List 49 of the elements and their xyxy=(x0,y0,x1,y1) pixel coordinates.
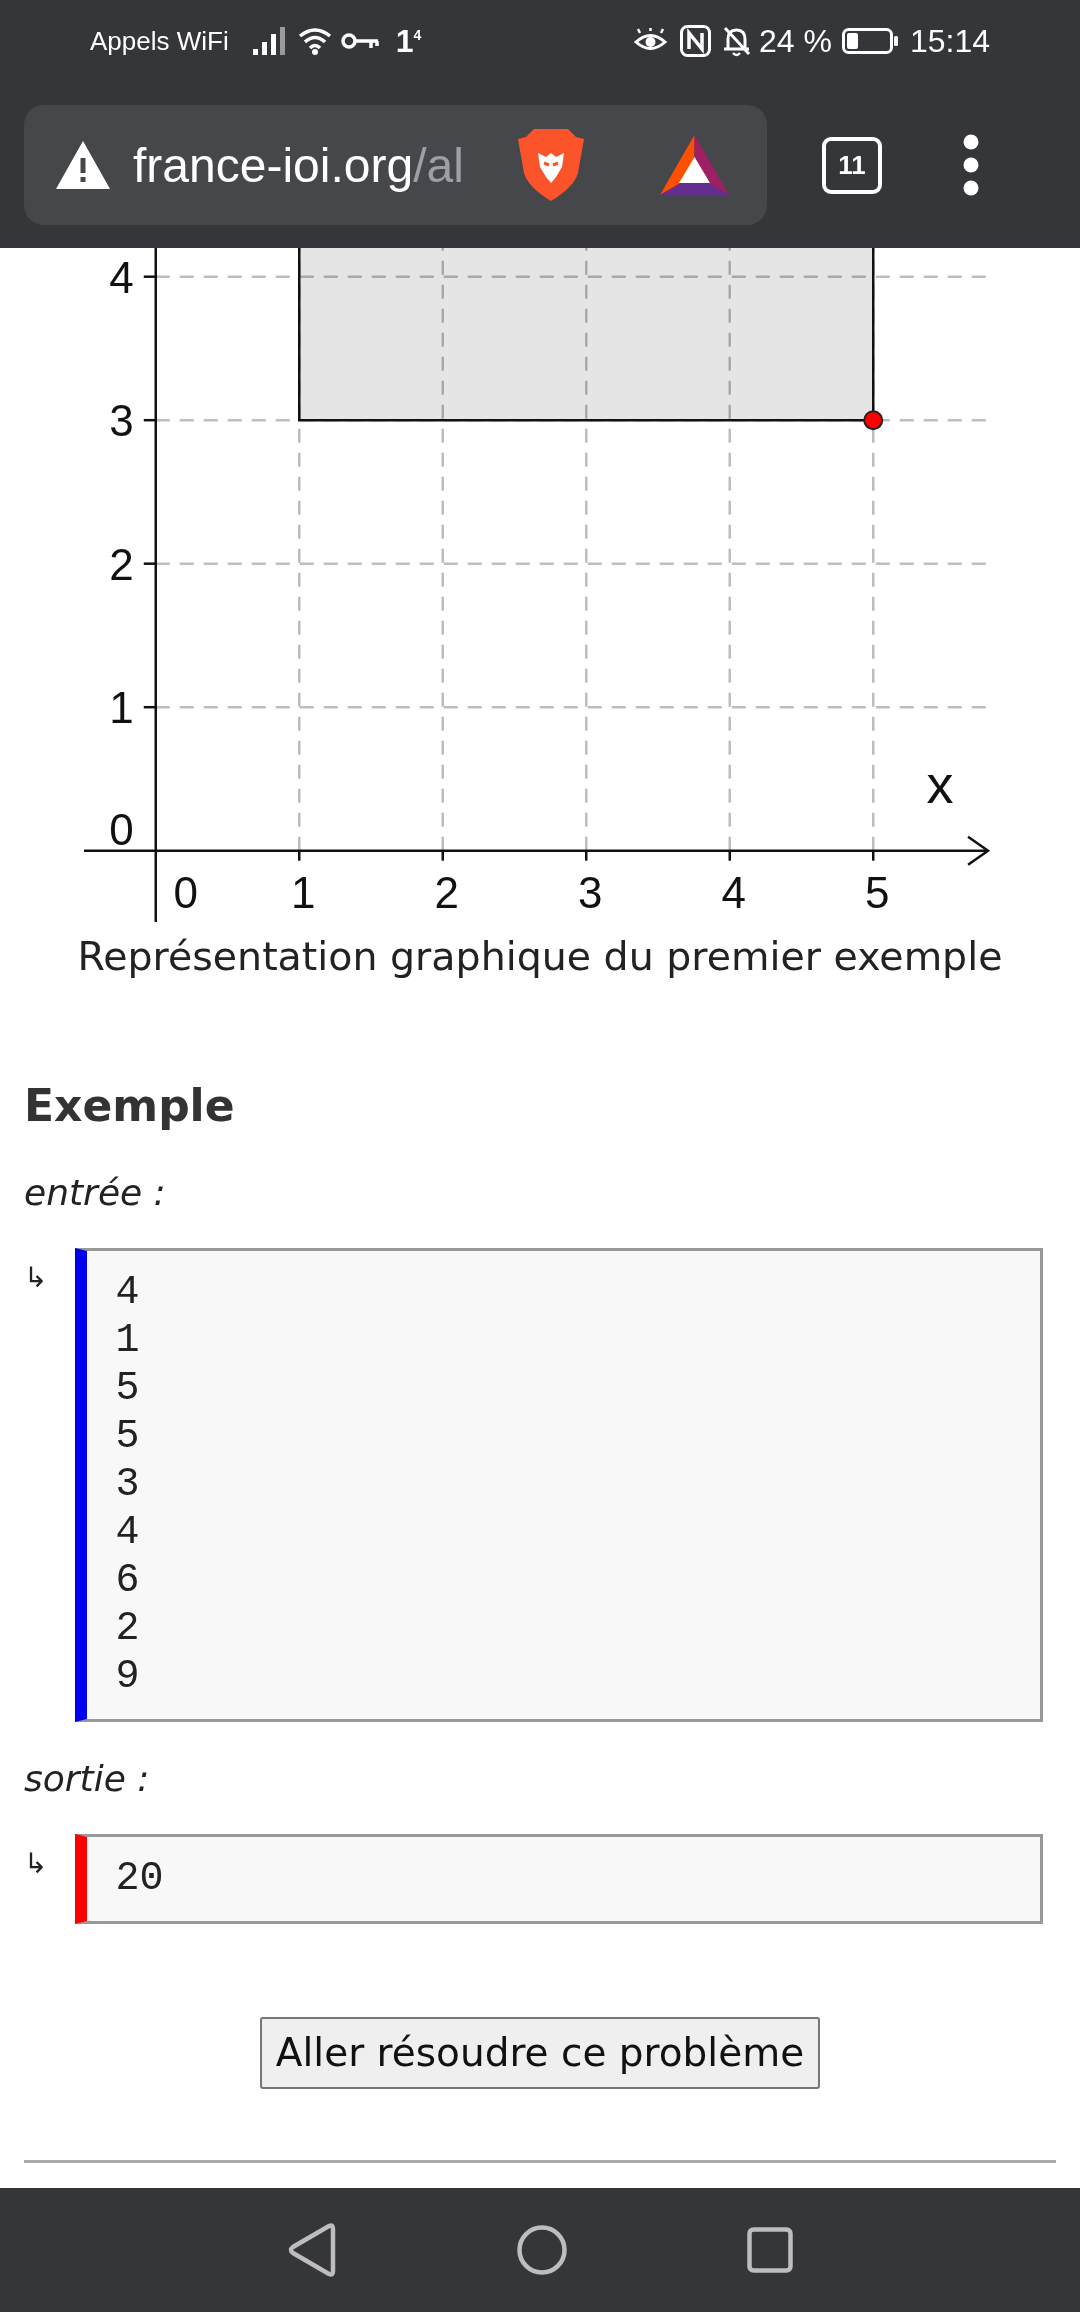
sample-line: 3 xyxy=(115,1461,140,1510)
signal-icon xyxy=(252,27,286,55)
tick-label: 2 xyxy=(109,539,134,589)
sample-line: 6 xyxy=(115,1557,140,1606)
network-indicator: 1$^{4}$ xyxy=(395,22,422,60)
bell-off-icon xyxy=(722,25,751,57)
sample-line: 5 xyxy=(115,1365,140,1414)
tick-label: 4 xyxy=(721,867,746,917)
tab-switcher-button[interactable]: 11 xyxy=(822,136,882,194)
figure-caption: Représentation graphique du premier exemple xyxy=(77,932,1003,982)
arrow-marker: ↳ xyxy=(24,1260,48,1297)
tick-label: 3 xyxy=(109,396,134,446)
carrier-name: Appels WiFi xyxy=(90,25,229,57)
sample-line: 9 xyxy=(115,1653,140,1702)
tick-label: 5 xyxy=(865,867,890,917)
clock-time: 15:14 xyxy=(909,22,990,60)
tick-label: 2 xyxy=(434,867,459,917)
nfc-icon xyxy=(680,25,711,57)
key-icon xyxy=(340,32,379,50)
wifi-icon xyxy=(297,27,332,55)
triangle-icon[interactable] xyxy=(660,135,729,195)
battery-icon xyxy=(841,28,899,54)
tick-label: 3 xyxy=(578,867,603,917)
warning-icon xyxy=(56,141,110,189)
solve-button[interactable]: Aller résoudre ce problème xyxy=(259,2017,821,2090)
sample-label: sortie : xyxy=(24,1757,150,1802)
arrow-marker: ↳ xyxy=(24,1846,48,1883)
sample-line: 5 xyxy=(115,1413,140,1462)
axis-label: x xyxy=(926,753,954,814)
tick-label: 0 xyxy=(173,867,198,917)
section-heading: Exemple xyxy=(24,1079,235,1134)
tick-label: 4 xyxy=(109,252,134,302)
back-icon[interactable] xyxy=(287,2222,337,2278)
sample-line: 1 xyxy=(115,1317,140,1366)
sample-label: entrée : xyxy=(24,1171,166,1216)
shield-icon[interactable] xyxy=(518,127,584,203)
recents-icon[interactable] xyxy=(747,2227,793,2273)
tick-label: 1 xyxy=(291,867,316,917)
tick-label: 0 xyxy=(109,804,134,854)
sample-line: 4 xyxy=(115,1269,140,1318)
sample-line: 4 xyxy=(115,1509,140,1558)
url-text[interactable]: france-ioi.org/al xyxy=(133,138,464,192)
sample-line: 2 xyxy=(115,1605,140,1654)
home-icon[interactable] xyxy=(517,2225,567,2275)
tick-label: 1 xyxy=(109,683,134,733)
battery-percent: 24 % xyxy=(759,22,832,60)
sample-line: 20 xyxy=(115,1855,164,1904)
address-bar[interactable]: france-ioi.org/al xyxy=(24,105,767,225)
menu-icon[interactable] xyxy=(963,134,979,196)
